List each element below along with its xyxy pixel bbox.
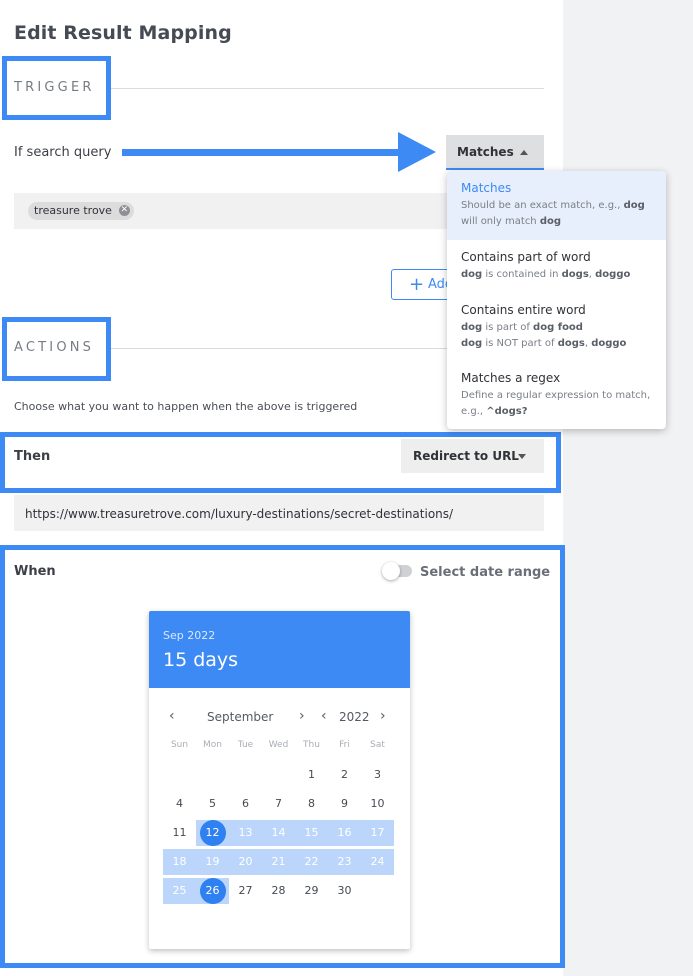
calendar-day-5[interactable]: 5 bbox=[196, 791, 229, 817]
prev-month-chevron-left-icon[interactable]: ‹ bbox=[169, 708, 175, 724]
when-label: When bbox=[14, 564, 56, 579]
calendar-day-27[interactable]: 27 bbox=[229, 878, 262, 904]
search-query-label: If search query bbox=[14, 145, 112, 160]
calendar-day-15[interactable]: 15 bbox=[295, 820, 328, 846]
match-option-description: dog is part of dog food dog is NOT part o… bbox=[461, 322, 627, 349]
calendar-day-7[interactable]: 7 bbox=[262, 791, 295, 817]
calendar-day-16[interactable]: 16 bbox=[328, 820, 361, 846]
calendar-header: Sep 2022 15 days bbox=[149, 611, 410, 688]
calendar-day-9[interactable]: 9 bbox=[328, 791, 361, 817]
prev-year-chevron-left-icon[interactable]: ‹ bbox=[321, 708, 327, 724]
calendar-day-2[interactable]: 2 bbox=[328, 762, 361, 788]
calendar-day-3[interactable]: 3 bbox=[361, 762, 394, 788]
actions-section-label: ACTIONS bbox=[14, 340, 95, 355]
calendar-year-label: 2022 bbox=[339, 710, 370, 724]
match-option-description: Define a regular expression to match, e.g… bbox=[461, 390, 651, 417]
plus-icon: + bbox=[409, 274, 425, 295]
calendar-day-8[interactable]: 8 bbox=[295, 791, 328, 817]
calendar-day-23[interactable]: 23 bbox=[328, 849, 361, 875]
trigger-section-label: TRIGGER bbox=[14, 80, 95, 95]
annotation-arrow-shaft bbox=[122, 149, 406, 156]
weekday-header-sun: Sun bbox=[170, 740, 189, 750]
calendar-day-1[interactable]: 1 bbox=[295, 762, 328, 788]
remove-tag-icon[interactable]: ✕ bbox=[118, 205, 130, 216]
weekday-header-wed: Wed bbox=[268, 740, 289, 750]
match-option-title: Matches bbox=[461, 181, 512, 195]
calendar-day-29[interactable]: 29 bbox=[295, 878, 328, 904]
caret-up-icon bbox=[520, 150, 528, 155]
match-option-title: Contains part of word bbox=[461, 250, 591, 264]
weekday-header-sat: Sat bbox=[370, 740, 385, 750]
match-type-select-label: Matches bbox=[457, 145, 514, 159]
calendar-header-range: 15 days bbox=[163, 649, 239, 671]
calendar-day-11[interactable]: 11 bbox=[163, 820, 196, 846]
then-action-select-label: Redirect to URL bbox=[413, 449, 519, 463]
match-option-contains-entire[interactable]: Contains entire word dog is part of dog … bbox=[447, 293, 666, 361]
calendar-day-14[interactable]: 14 bbox=[262, 820, 295, 846]
calendar-day-19[interactable]: 19 bbox=[196, 849, 229, 875]
redirect-url-input[interactable]: https://www.treasuretrove.com/luxury-des… bbox=[14, 495, 544, 531]
match-type-select[interactable]: Matches bbox=[446, 135, 544, 169]
calendar-day-18[interactable]: 18 bbox=[163, 849, 196, 875]
page-title: Edit Result Mapping bbox=[14, 22, 232, 44]
calendar-day-30[interactable]: 30 bbox=[328, 878, 361, 904]
calendar-day-25[interactable]: 25 bbox=[163, 878, 196, 904]
date-range-toggle-label: Select date range bbox=[420, 565, 551, 580]
match-option-title: Contains entire word bbox=[461, 303, 586, 317]
actions-description: Choose what you want to happen when the … bbox=[14, 400, 358, 413]
right-gutter bbox=[563, 0, 693, 976]
next-year-chevron-right-icon[interactable]: › bbox=[380, 708, 386, 724]
match-option-exact[interactable]: Matches Should be an exact match, e.g., … bbox=[447, 171, 666, 240]
match-type-select-underline bbox=[446, 168, 544, 170]
then-action-select[interactable]: Redirect to URL bbox=[401, 439, 544, 473]
match-option-description: Should be an exact match, e.g., dog will … bbox=[461, 200, 645, 227]
calendar-day-24[interactable]: 24 bbox=[361, 849, 394, 875]
calendar-header-subtitle: Sep 2022 bbox=[163, 629, 216, 642]
date-range-calendar: Sep 2022 15 days ‹ September › ‹ 2022 › … bbox=[149, 611, 410, 949]
next-month-chevron-right-icon[interactable]: › bbox=[299, 708, 305, 724]
calendar-day-13[interactable]: 13 bbox=[229, 820, 262, 846]
then-label: Then bbox=[14, 449, 51, 464]
calendar-day-10[interactable]: 10 bbox=[361, 791, 394, 817]
calendar-day-21[interactable]: 21 bbox=[262, 849, 295, 875]
trigger-divider bbox=[111, 88, 544, 89]
match-type-dropdown-menu: Matches Should be an exact match, e.g., … bbox=[447, 171, 666, 429]
weekday-header-tue: Tue bbox=[237, 740, 254, 750]
date-range-toggle-knob[interactable] bbox=[382, 562, 400, 580]
query-tag-label: treasure trove bbox=[34, 204, 112, 217]
caret-down-icon bbox=[518, 454, 526, 459]
weekday-header-thu: Thu bbox=[303, 740, 320, 750]
calendar-day-26[interactable]: 26 bbox=[196, 878, 229, 904]
match-option-regex[interactable]: Matches a regex Define a regular express… bbox=[447, 361, 666, 429]
calendar-day-12[interactable]: 12 bbox=[196, 820, 229, 846]
calendar-day-20[interactable]: 20 bbox=[229, 849, 262, 875]
weekday-header-mon: Mon bbox=[203, 740, 222, 750]
calendar-month-label: September bbox=[207, 710, 274, 724]
query-tag-chip: treasure trove ✕ bbox=[28, 202, 134, 220]
annotation-arrow-icon bbox=[398, 132, 436, 172]
calendar-day-6[interactable]: 6 bbox=[229, 791, 262, 817]
calendar-day-17[interactable]: 17 bbox=[361, 820, 394, 846]
calendar-day-22[interactable]: 22 bbox=[295, 849, 328, 875]
calendar-day-28[interactable]: 28 bbox=[262, 878, 295, 904]
weekday-header-fri: Fri bbox=[339, 740, 350, 750]
match-option-title: Matches a regex bbox=[461, 371, 561, 385]
match-option-description: dog is contained in dogs, doggo bbox=[461, 269, 631, 280]
calendar-day-4[interactable]: 4 bbox=[163, 791, 196, 817]
match-option-contains-part[interactable]: Contains part of word dog is contained i… bbox=[447, 240, 666, 293]
